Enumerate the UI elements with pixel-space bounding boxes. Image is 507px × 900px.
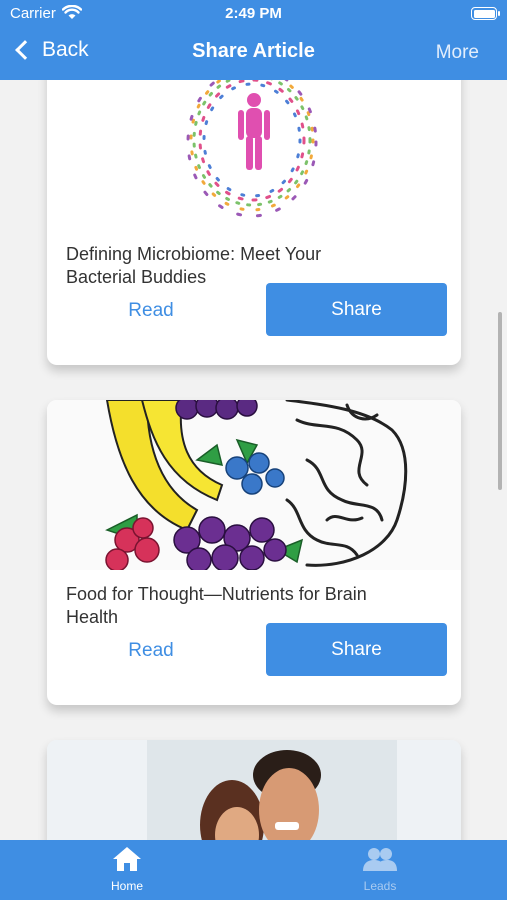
read-button[interactable]: Read bbox=[47, 300, 255, 322]
tab-home[interactable]: Home bbox=[77, 846, 177, 893]
article-image-brain-food bbox=[47, 400, 461, 570]
article-card: Defining Microbiome: Meet Your Bacterial… bbox=[47, 80, 461, 365]
read-button[interactable]: Read bbox=[47, 640, 255, 662]
status-bar: Carrier 2:49 PM bbox=[0, 0, 507, 28]
article-list[interactable]: Defining Microbiome: Meet Your Bacterial… bbox=[0, 80, 507, 840]
more-button[interactable]: More bbox=[436, 42, 479, 64]
tab-home-label: Home bbox=[110, 879, 143, 893]
page-title: Share Article bbox=[192, 40, 315, 62]
home-icon bbox=[113, 847, 141, 871]
article-card bbox=[47, 740, 461, 840]
share-button[interactable]: Share bbox=[266, 623, 447, 676]
article-image-couple bbox=[47, 740, 461, 840]
tab-leads-label: Leads bbox=[363, 879, 397, 893]
status-time: 2:49 PM bbox=[225, 5, 282, 22]
top-bar: Carrier 2:49 PM Back Share Article More bbox=[0, 0, 507, 80]
people-icon bbox=[363, 848, 397, 871]
battery-icon bbox=[471, 7, 500, 20]
tab-leads[interactable]: Leads bbox=[330, 846, 430, 893]
navigation-bar: Back Share Article More bbox=[0, 30, 507, 76]
article-card: Food for Thought—Nutrients for Brain Hea… bbox=[47, 400, 461, 705]
share-button[interactable]: Share bbox=[266, 283, 447, 336]
scroll-indicator[interactable] bbox=[498, 312, 502, 490]
article-image-microbiome bbox=[47, 80, 461, 230]
tab-bar: Home Leads bbox=[0, 840, 507, 900]
